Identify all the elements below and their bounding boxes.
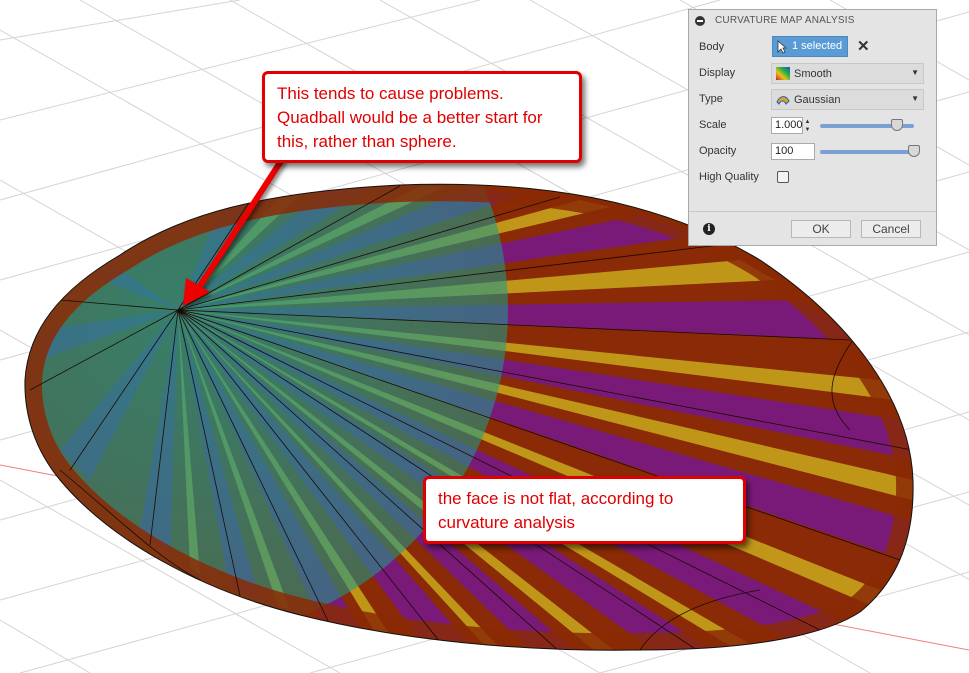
curvature-map-dialog: CURVATURE MAP ANALYSIS Body 1 selected ✕… bbox=[688, 9, 937, 246]
not-flat-callout-text: the face is not flat, according to curva… bbox=[438, 489, 674, 532]
type-label: Type bbox=[699, 93, 723, 105]
rainbow-icon bbox=[776, 67, 790, 80]
not-flat-callout: the face is not flat, according to curva… bbox=[423, 476, 746, 544]
chevron-down-icon: ▼ bbox=[911, 94, 919, 103]
body-select-label: 1 selected bbox=[792, 40, 843, 52]
dialog-divider bbox=[689, 211, 936, 212]
type-value: Gaussian bbox=[794, 94, 841, 106]
info-icon[interactable]: i bbox=[703, 223, 715, 235]
display-label: Display bbox=[699, 67, 736, 79]
chevron-down-icon: ▼ bbox=[911, 68, 919, 77]
ok-button[interactable]: OK bbox=[791, 220, 851, 238]
gaussian-icon bbox=[776, 96, 790, 105]
cancel-button[interactable]: Cancel bbox=[861, 220, 921, 238]
high-quality-label: High Quality bbox=[699, 171, 759, 183]
high-quality-checkbox[interactable] bbox=[777, 171, 789, 183]
close-icon[interactable]: ✕ bbox=[857, 37, 870, 55]
dialog-header: CURVATURE MAP ANALYSIS bbox=[689, 10, 936, 32]
display-value: Smooth bbox=[794, 68, 832, 80]
scale-spinner[interactable]: ▲ ▼ bbox=[803, 118, 812, 134]
dialog-title: CURVATURE MAP ANALYSIS bbox=[715, 15, 855, 26]
collapse-icon[interactable] bbox=[695, 16, 705, 26]
type-dropdown[interactable]: Gaussian ▼ bbox=[771, 89, 924, 110]
problem-callout: This tends to cause problems. Quadball w… bbox=[262, 71, 582, 163]
opacity-input[interactable]: 100 bbox=[771, 143, 815, 160]
scale-label: Scale bbox=[699, 119, 727, 131]
body-select-button[interactable]: 1 selected bbox=[772, 36, 848, 57]
cursor-icon bbox=[777, 40, 787, 54]
scale-input[interactable]: 1.000 bbox=[771, 117, 803, 134]
opacity-label: Opacity bbox=[699, 145, 737, 157]
display-dropdown[interactable]: Smooth ▼ bbox=[771, 63, 924, 84]
problem-callout-text: This tends to cause problems. Quadball w… bbox=[277, 84, 543, 151]
opacity-slider[interactable] bbox=[820, 150, 916, 154]
body-label: Body bbox=[699, 41, 725, 53]
opacity-slider-thumb[interactable] bbox=[908, 145, 920, 157]
scale-slider-thumb[interactable] bbox=[891, 119, 903, 131]
